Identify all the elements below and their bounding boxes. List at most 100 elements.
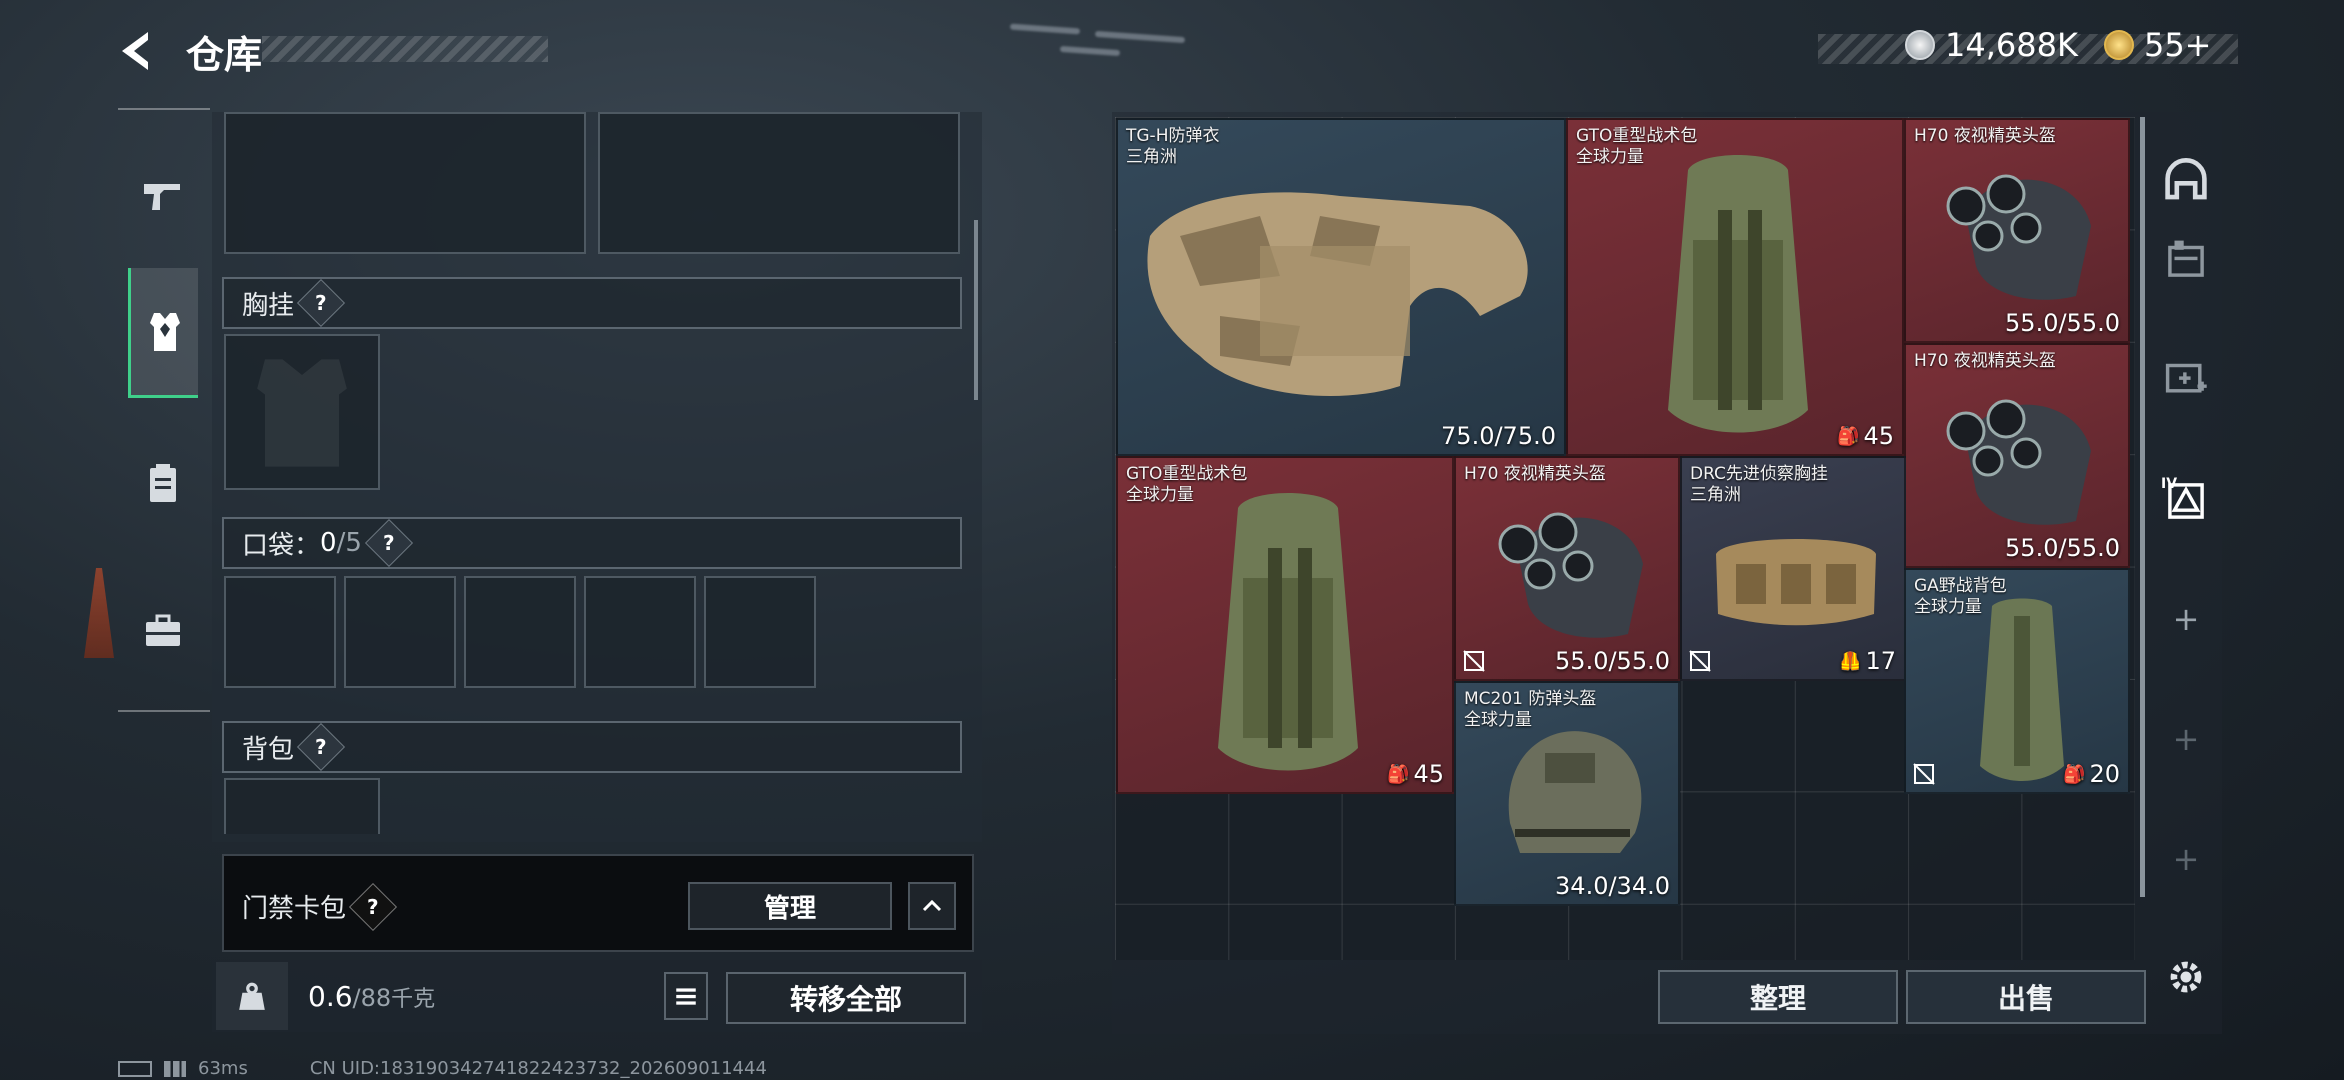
chest-rig-placeholder-icon [257,359,347,467]
inventory-item-helmet[interactable]: H70 夜视精英头盔 55.0/55.0 [1904,343,2130,568]
storage-icon [2168,240,2204,277]
battery-icon [118,1060,152,1077]
tab-keys[interactable] [128,566,198,696]
inventory-item-backpack[interactable]: GTO重型战术包 全球力量 🎒 45 [1566,118,1904,456]
backpack-label: 背包 [242,734,295,765]
tactical-backpack-icon [1218,493,1358,771]
chevron-up-icon [922,899,942,912]
briefcase-icon [146,614,180,646]
help-icon[interactable]: ? [364,518,413,568]
item-durability: 55.0/55.0 [2005,534,2120,562]
tab-armor-category[interactable]: IV [2155,470,2217,532]
help-icon[interactable]: ? [296,278,346,328]
ballistic-helmet-icon [1508,731,1642,853]
inventory-item-armor[interactable]: TG-H防弹衣 三角洲 75.0/75.0 [1116,118,1566,456]
pistol-icon [144,184,180,210]
currency-display: 14,688K 55+ [1905,26,2211,64]
inventory-item-ballistic-helmet[interactable]: MC201 防弹头盔 全球力量 34.0/34.0 [1454,681,1680,906]
coin-amount: 55+ [2143,26,2212,64]
signal-icon [164,1060,186,1077]
tab-helmet-category[interactable] [2155,150,2217,212]
no-insure-icon [1463,650,1485,672]
add-container-button[interactable]: + [2155,588,2217,650]
backpack-header: 背包 ? [222,721,962,773]
transfer-all-button[interactable]: 转移全部 [726,972,966,1024]
manage-button[interactable]: 管理 [688,882,892,930]
chest-rig-label: 胸挂 [242,290,295,321]
no-insure-icon [1689,650,1711,672]
status-bar: 63ms CN UID:18319034274182242373​2_20260… [118,1058,767,1079]
item-count: 🎒 20 [2063,760,2120,788]
inventory-item-helmet[interactable]: H70 夜视精英头盔 55.0/55.0 [1454,456,1680,681]
tab-equipment[interactable] [128,268,198,398]
back-button[interactable] [112,26,162,76]
pocket-slot[interactable] [584,576,696,688]
add-container-button[interactable]: + [2155,708,2217,770]
gear-icon [2170,961,2202,993]
settings-button[interactable] [2155,946,2217,1008]
plus-icon: + [2172,840,2200,878]
collapse-button[interactable] [908,882,956,930]
weight-readout: 0.6 /88 千克 [308,980,436,1013]
weight-icon [216,962,288,1030]
keycard-pack-label: 门禁卡包 [242,894,347,924]
pocket-slot[interactable] [344,576,456,688]
pocket-slot[interactable] [464,576,576,688]
inventory-item-field-backpack[interactable]: GA野战背包 全球力量 🎒 20 [1904,568,2130,794]
keycard-pack-bar: 门禁卡包 ? 管理 [222,854,974,952]
list-view-button[interactable] [664,972,708,1020]
inventory-item-backpack[interactable]: GTO重型战术包 全球力量 🎒 45 [1116,456,1454,794]
pocket-slot[interactable] [224,576,336,688]
chest-rig-icon [1716,539,1876,626]
body-armor-icon [1147,192,1528,396]
sort-button[interactable]: 整理 [1658,970,1898,1024]
helmet-category-icon [2165,158,2207,200]
add-container-button[interactable]: + [2155,828,2217,890]
inventory-item-chest-rig[interactable]: DRC先进侦察胸挂 三角洲 🦺 17 [1680,456,1906,681]
item-count: 🎒 45 [1837,422,1894,450]
field-backpack-icon [1980,598,2064,781]
list-icon [676,988,696,1005]
armor-slot[interactable] [224,112,586,254]
item-count: 🦺 17 [1839,647,1896,675]
gold-coin-icon [2103,30,2134,60]
chest-rig-slot[interactable] [224,334,380,490]
armor-vest-icon [149,312,180,351]
tab-consumables[interactable] [128,418,198,548]
item-durability: 55.0/55.0 [1555,647,1670,675]
chest-rig-header: 胸挂 ? [222,277,962,329]
silver-coin-icon [1905,30,1935,60]
tab-weapons[interactable] [128,130,198,260]
backpack-small-icon: 🎒 [1387,763,1410,785]
tab-storage-category[interactable] [2155,228,2217,290]
night-vision-helmet-icon [1946,399,2091,525]
uid-readout: CN UID:18319034274182242373​2_2026090114… [309,1058,767,1079]
backpack-small-icon: 🎒 [2063,763,2086,785]
help-icon[interactable]: ? [348,882,398,931]
item-durability: 34.0/34.0 [1555,872,1670,900]
help-icon[interactable]: ? [296,722,346,772]
pocket-header: 口袋： 0 /5 ? [222,517,962,569]
plus-icon: + [2172,600,2200,638]
backpack-slot[interactable] [224,778,380,834]
helmet-slot[interactable] [598,112,960,254]
tactical-backpack-icon [1668,155,1808,433]
pocket-slot[interactable] [704,576,816,688]
pocket-label: 口袋： [242,530,321,561]
back-arrow-icon [122,32,148,70]
pocket-total: /5 [336,528,362,558]
pocket-count: 0 [320,528,337,558]
tab-medical-category[interactable] [2155,346,2217,408]
clipboard-icon [150,464,176,502]
inventory-item-helmet[interactable]: H70 夜视精英头盔 55.0/55.0 [1904,118,2130,343]
item-durability: 75.0/75.0 [1441,422,1556,450]
plus-icon: + [2172,720,2200,758]
night-vision-helmet-icon [1498,512,1643,638]
item-count: 🎒 45 [1387,760,1444,788]
night-vision-helmet-icon [1946,174,2091,300]
traffic-cone [84,568,114,658]
sell-button[interactable]: 出售 [1906,970,2146,1024]
page-title: 仓库 [186,33,263,77]
backpack-small-icon: 🎒 [1837,425,1860,447]
medkit-icon [2165,363,2207,393]
